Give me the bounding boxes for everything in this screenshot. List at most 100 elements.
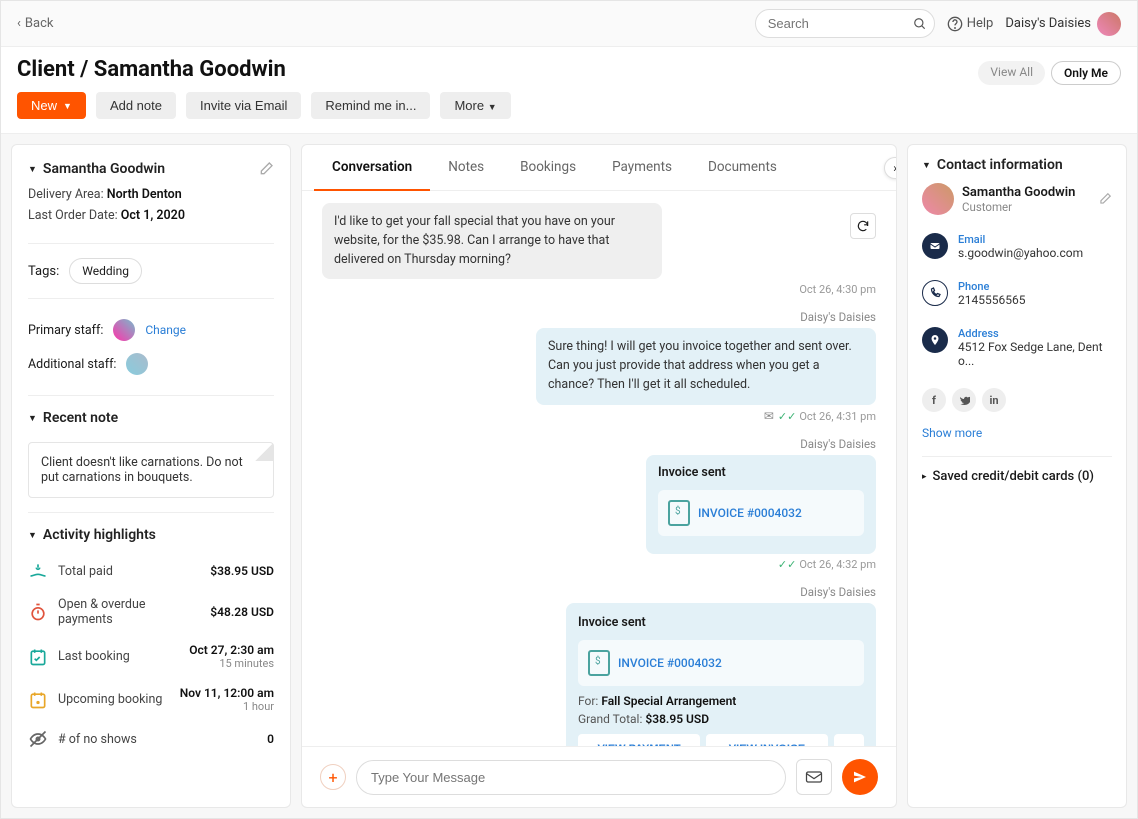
only-me-pill[interactable]: Only Me [1051,61,1121,85]
activity-total-paid: Total paid $38.95 USD [28,553,274,589]
twitter-icon[interactable] [952,388,976,412]
pin-icon [922,327,948,353]
change-staff-link[interactable]: Change [145,323,186,337]
tags-label: Tags: [28,264,59,279]
sender-label: Daisy's Daisies [322,310,876,324]
tag-wedding[interactable]: Wedding [69,258,142,284]
collapse-icon[interactable]: ▼ [28,164,37,175]
tab-documents[interactable]: Documents [690,145,795,190]
recent-note-header: Recent note [43,410,118,426]
avatar [1097,12,1121,36]
timestamp: ✉✓✓Oct 26, 4:31 pm [322,409,876,423]
user-menu[interactable]: Daisy's Daisies [1005,12,1121,36]
linkedin-icon[interactable]: in [982,388,1006,412]
chevron-down-icon: ▼ [488,102,497,112]
facebook-icon[interactable]: f [922,388,946,412]
invoice-link[interactable]: INVOICE #0004032 [698,506,802,520]
chevron-left-icon: ‹ [17,16,21,31]
invoice-doc-icon [668,500,690,526]
contact-role: Customer [962,200,1090,214]
activity-upcoming-booking: Upcoming booking Nov 11, 12:00 am1 hour [28,678,274,721]
invoice-doc-icon [588,650,610,676]
contact-address: Address 4512 Fox Sedge Lane, Dento... [922,327,1112,368]
saved-cards-label: Saved credit/debit cards (0) [933,469,1094,484]
tab-notes[interactable]: Notes [430,145,502,190]
invoice-total: Grand Total: $38.95 USD [578,712,864,726]
contact-info-header: Contact information [937,157,1063,173]
primary-staff-label: Primary staff: [28,323,103,338]
refresh-button[interactable] [850,213,876,239]
collapse-icon[interactable]: ▼ [28,413,37,424]
double-check-icon: ✓✓ [778,558,796,571]
message-out: Sure thing! I will get you invoice toget… [536,328,876,404]
invoice-for: For: Fall Special Arrangement [578,694,864,708]
help-icon [947,16,963,32]
collapse-icon[interactable]: ▼ [922,160,931,171]
sender-label: Daisy's Daisies [322,585,876,599]
activity-last-booking: Last booking Oct 27, 2:30 am15 minutes [28,635,274,678]
primary-staff-avatar [113,319,135,341]
tab-bookings[interactable]: Bookings [502,145,594,190]
collapse-icon[interactable]: ▼ [28,530,37,541]
search-icon [913,17,927,31]
search-input[interactable] [755,9,935,38]
invite-email-button[interactable]: Invite via Email [186,92,301,119]
add-attachment-button[interactable]: + [320,764,346,790]
edit-contact-icon[interactable] [1098,192,1112,206]
timestamp: Oct 26, 4:30 pm [612,283,876,296]
new-button[interactable]: New ▼ [17,92,86,119]
sender-label: Daisy's Daisies [322,437,876,451]
page-title: Client / Samantha Goodwin [17,57,1121,82]
note-card: Client doesn't like carnations. Do not p… [28,442,274,498]
remind-button[interactable]: Remind me in... [311,92,430,119]
last-order: Last Order Date: Oct 1, 2020 [28,208,274,223]
view-all-pill[interactable]: View All [978,61,1045,85]
user-name: Daisy's Daisies [1005,16,1091,31]
back-button[interactable]: ‹ Back [17,16,53,31]
help-button[interactable]: Help [947,16,994,32]
calendar-icon [28,690,48,710]
invoice-more-button[interactable]: ••• [834,734,864,747]
tab-payments[interactable]: Payments [594,145,690,190]
calendar-check-icon [28,647,48,667]
saved-cards-section[interactable]: ▸ Saved credit/debit cards (0) [922,456,1112,484]
contact-avatar [922,183,954,215]
additional-staff-avatar [126,353,148,375]
double-check-icon: ✓✓ [778,410,796,423]
envelope-icon: ✉ [764,409,774,423]
message-input[interactable] [356,760,786,795]
add-note-button[interactable]: Add note [96,92,176,119]
eye-off-icon [28,729,48,749]
message-in: I'd like to get your fall special that y… [322,203,662,279]
delivery-area: Delivery Area: North Denton [28,187,274,202]
show-more-link[interactable]: Show more [922,426,1112,440]
view-invoice-button[interactable]: VIEW INVOICE [706,734,828,747]
invoice-link[interactable]: INVOICE #0004032 [618,656,722,670]
tab-conversation[interactable]: Conversation [314,145,430,191]
activity-overdue: Open & overdue payments $48.28 USD [28,589,274,635]
more-button[interactable]: More ▼ [440,92,510,119]
money-hand-icon [28,561,48,581]
contact-phone: Phone 2145556565 [922,280,1112,307]
timestamp: ✓✓Oct 26, 4:32 pm [322,558,876,571]
edit-client-icon[interactable] [258,161,274,177]
invoice-title: Invoice sent [658,465,864,480]
envelope-icon [922,233,948,259]
client-name: Samantha Goodwin [43,161,165,177]
email-toggle-button[interactable] [796,759,832,795]
more-label: More [454,98,484,113]
invoice-title: Invoice sent [578,615,864,630]
activity-no-shows: # of no shows 0 [28,721,274,757]
invoice-sent-card: Invoice sent INVOICE #0004032 [646,455,876,554]
stopwatch-icon [28,602,48,622]
back-label: Back [25,16,54,31]
expand-icon: ▸ [922,472,927,482]
invoice-detail-card: Invoice sent INVOICE #0004032 For: Fall … [566,603,876,747]
activity-header: Activity highlights [43,527,156,543]
help-label: Help [967,16,994,31]
chevron-down-icon: ▼ [63,101,72,111]
contact-email: Email s.goodwin@yahoo.com [922,233,1112,260]
new-label: New [31,98,57,113]
send-button[interactable] [842,759,878,795]
view-payment-button[interactable]: VIEW PAYMENT [578,734,700,747]
